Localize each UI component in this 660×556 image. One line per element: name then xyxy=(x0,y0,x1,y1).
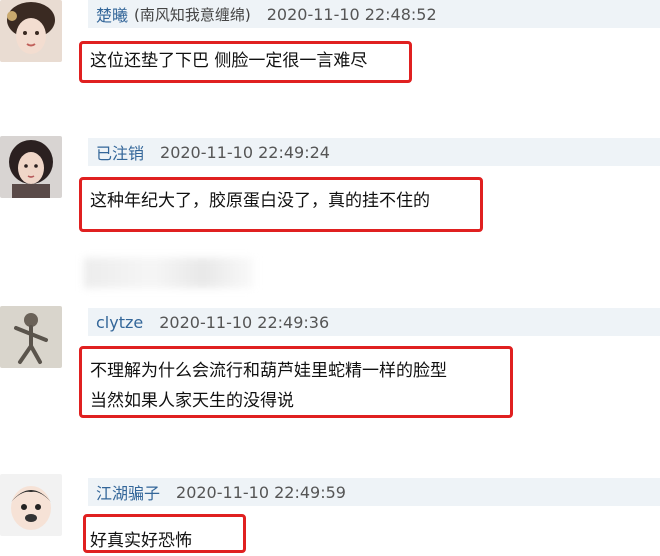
highlight-box xyxy=(79,41,412,83)
comment-meta: 已注销 2020-11-10 22:49:24 xyxy=(88,138,660,166)
avatar[interactable] xyxy=(0,306,62,368)
timestamp: 2020-11-10 22:49:59 xyxy=(176,482,346,502)
avatar[interactable] xyxy=(0,136,62,198)
timestamp: 2020-11-10 22:49:24 xyxy=(160,142,330,162)
timestamp: 2020-11-10 22:49:36 xyxy=(159,312,330,332)
user-avatar-icon xyxy=(0,474,62,536)
avatar[interactable] xyxy=(0,474,62,536)
user-avatar-icon xyxy=(0,136,62,198)
comment-meta: clytze 2020-11-10 22:49:36 xyxy=(88,308,660,336)
username-link[interactable]: clytze xyxy=(96,313,143,332)
user-avatar-icon xyxy=(0,306,62,368)
blurred-text xyxy=(84,258,254,288)
highlight-box xyxy=(79,177,483,232)
username-link[interactable]: 江湖骗子 xyxy=(96,480,160,504)
comment-meta: 江湖骗子 2020-11-10 22:49:59 xyxy=(88,478,660,506)
highlight-box xyxy=(83,514,246,553)
avatar[interactable] xyxy=(0,0,62,62)
username-link[interactable]: 已注销 xyxy=(96,140,144,164)
highlight-box xyxy=(79,346,513,418)
user-avatar-icon xyxy=(0,0,62,62)
timestamp: 2020-11-10 22:48:52 xyxy=(266,4,437,24)
username-link[interactable]: 楚曦 xyxy=(96,2,128,26)
username-note: (南风知我意缠绵) xyxy=(134,5,251,24)
comment-meta: 楚曦 (南风知我意缠绵) 2020-11-10 22:48:52 xyxy=(88,0,660,28)
